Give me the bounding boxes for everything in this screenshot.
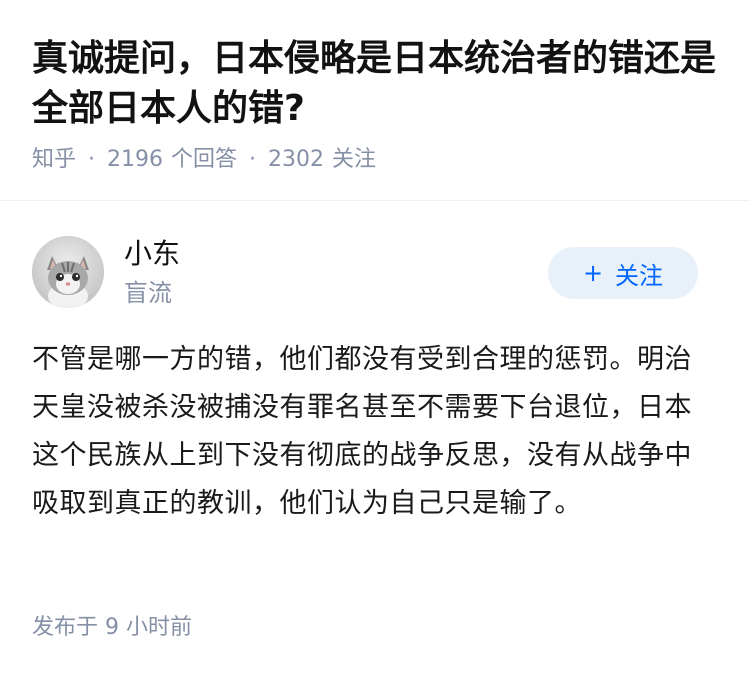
answer-content[interactable]: 不管是哪一方的错，他们都没有受到合理的惩罚。明治天皇没被杀没被捕没有罪名甚至不需… <box>32 336 718 528</box>
section-divider <box>0 200 750 201</box>
follower-count: 2302 <box>268 147 325 172</box>
meta-separator: · <box>249 147 257 172</box>
question-meta: 知乎 · 2196 个回答 · 2302 关注 <box>32 144 376 176</box>
meta-separator: · <box>88 147 96 172</box>
plus-icon: + <box>582 259 604 287</box>
question-title[interactable]: 真诚提问，日本侵略是日本统治者的错还是全部日本人的错? <box>32 34 722 134</box>
follow-button[interactable]: + 关注 <box>548 247 698 299</box>
kitten-avatar-icon <box>32 236 104 308</box>
publish-time: 发布于 9 小时前 <box>32 615 192 640</box>
answer-count: 2196 <box>107 147 164 172</box>
source-label[interactable]: 知乎 <box>32 144 76 176</box>
avatar[interactable] <box>32 236 104 308</box>
follower-count-label: 关注 <box>332 147 377 172</box>
answer-count-label: 个回答 <box>171 147 238 172</box>
author-headline: 盲流 <box>124 279 172 307</box>
follow-button-label: 关注 <box>615 261 664 290</box>
author-name[interactable]: 小东 <box>124 236 180 272</box>
